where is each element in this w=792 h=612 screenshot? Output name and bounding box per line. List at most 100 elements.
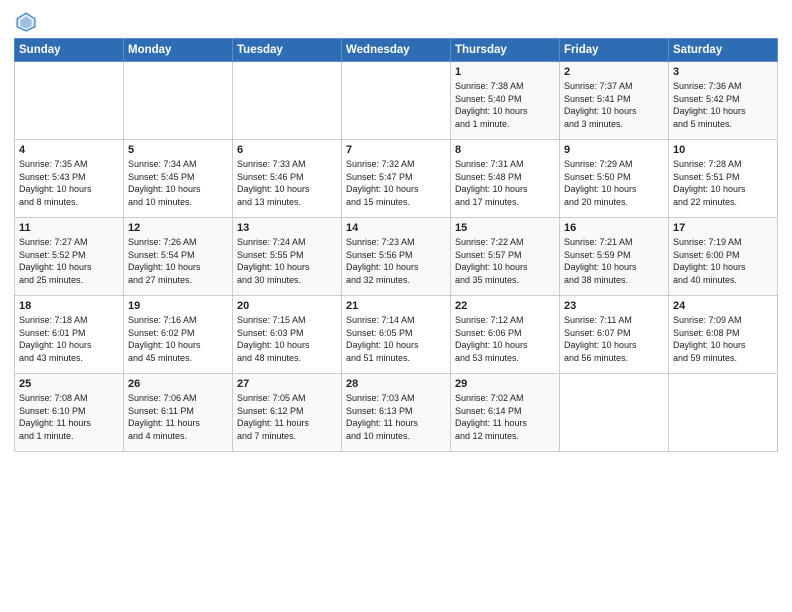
- logo: [14, 10, 42, 34]
- day-cell: [342, 62, 451, 140]
- day-cell: 1 Sunrise: 7:38 AM Sunset: 5:40 PM Daylig…: [451, 62, 560, 140]
- day-number: 22: [455, 300, 555, 312]
- day-info: Sunrise: 7:23 AM Sunset: 5:56 PM Dayligh…: [346, 236, 446, 286]
- day-cell: 15 Sunrise: 7:22 AM Sunset: 5:57 PM Dayli…: [451, 218, 560, 296]
- day-info: Sunrise: 7:03 AM Sunset: 6:13 PM Dayligh…: [346, 392, 446, 442]
- day-number: 3: [673, 66, 773, 78]
- day-info: Sunrise: 7:28 AM Sunset: 5:51 PM Dayligh…: [673, 158, 773, 208]
- day-info: Sunrise: 7:15 AM Sunset: 6:03 PM Dayligh…: [237, 314, 337, 364]
- day-number: 10: [673, 144, 773, 156]
- col-header-saturday: Saturday: [669, 39, 778, 62]
- day-cell: 16 Sunrise: 7:21 AM Sunset: 5:59 PM Dayli…: [560, 218, 669, 296]
- day-info: Sunrise: 7:36 AM Sunset: 5:42 PM Dayligh…: [673, 80, 773, 130]
- day-cell: 19 Sunrise: 7:16 AM Sunset: 6:02 PM Dayli…: [124, 296, 233, 374]
- day-number: 1: [455, 66, 555, 78]
- day-info: Sunrise: 7:32 AM Sunset: 5:47 PM Dayligh…: [346, 158, 446, 208]
- day-cell: 4 Sunrise: 7:35 AM Sunset: 5:43 PM Daylig…: [15, 140, 124, 218]
- day-info: Sunrise: 7:06 AM Sunset: 6:11 PM Dayligh…: [128, 392, 228, 442]
- day-cell: 8 Sunrise: 7:31 AM Sunset: 5:48 PM Daylig…: [451, 140, 560, 218]
- day-info: Sunrise: 7:11 AM Sunset: 6:07 PM Dayligh…: [564, 314, 664, 364]
- col-header-friday: Friday: [560, 39, 669, 62]
- day-number: 19: [128, 300, 228, 312]
- col-header-thursday: Thursday: [451, 39, 560, 62]
- day-number: 16: [564, 222, 664, 234]
- day-info: Sunrise: 7:22 AM Sunset: 5:57 PM Dayligh…: [455, 236, 555, 286]
- day-info: Sunrise: 7:24 AM Sunset: 5:55 PM Dayligh…: [237, 236, 337, 286]
- week-row-1: 1 Sunrise: 7:38 AM Sunset: 5:40 PM Daylig…: [15, 62, 778, 140]
- day-cell: [560, 374, 669, 452]
- day-number: 28: [346, 378, 446, 390]
- logo-icon: [14, 10, 38, 34]
- day-info: Sunrise: 7:33 AM Sunset: 5:46 PM Dayligh…: [237, 158, 337, 208]
- day-number: 25: [19, 378, 119, 390]
- col-header-sunday: Sunday: [15, 39, 124, 62]
- day-number: 15: [455, 222, 555, 234]
- day-info: Sunrise: 7:27 AM Sunset: 5:52 PM Dayligh…: [19, 236, 119, 286]
- day-cell: 14 Sunrise: 7:23 AM Sunset: 5:56 PM Dayli…: [342, 218, 451, 296]
- day-cell: [233, 62, 342, 140]
- day-cell: 23 Sunrise: 7:11 AM Sunset: 6:07 PM Dayli…: [560, 296, 669, 374]
- col-header-wednesday: Wednesday: [342, 39, 451, 62]
- day-number: 26: [128, 378, 228, 390]
- week-row-4: 18Sunrise: 7:18 AM Sunset: 6:01 PM Dayli…: [15, 296, 778, 374]
- calendar-table: SundayMondayTuesdayWednesdayThursdayFrid…: [14, 38, 778, 452]
- day-cell: 20Sunrise: 7:15 AM Sunset: 6:03 PM Dayli…: [233, 296, 342, 374]
- day-cell: 25Sunrise: 7:08 AM Sunset: 6:10 PM Dayli…: [15, 374, 124, 452]
- col-header-monday: Monday: [124, 39, 233, 62]
- day-cell: 2 Sunrise: 7:37 AM Sunset: 5:41 PM Daylig…: [560, 62, 669, 140]
- day-cell: 21 Sunrise: 7:14 AM Sunset: 6:05 PM Dayli…: [342, 296, 451, 374]
- week-row-2: 4 Sunrise: 7:35 AM Sunset: 5:43 PM Daylig…: [15, 140, 778, 218]
- day-number: 9: [564, 144, 664, 156]
- day-cell: 6Sunrise: 7:33 AM Sunset: 5:46 PM Daylig…: [233, 140, 342, 218]
- day-info: Sunrise: 7:21 AM Sunset: 5:59 PM Dayligh…: [564, 236, 664, 286]
- day-info: Sunrise: 7:14 AM Sunset: 6:05 PM Dayligh…: [346, 314, 446, 364]
- day-number: 8: [455, 144, 555, 156]
- day-info: Sunrise: 7:37 AM Sunset: 5:41 PM Dayligh…: [564, 80, 664, 130]
- day-cell: [15, 62, 124, 140]
- day-number: 4: [19, 144, 119, 156]
- day-info: Sunrise: 7:16 AM Sunset: 6:02 PM Dayligh…: [128, 314, 228, 364]
- day-number: 29: [455, 378, 555, 390]
- day-cell: [669, 374, 778, 452]
- day-number: 21: [346, 300, 446, 312]
- day-cell: 28 Sunrise: 7:03 AM Sunset: 6:13 PM Dayli…: [342, 374, 451, 452]
- day-number: 17: [673, 222, 773, 234]
- day-info: Sunrise: 7:34 AM Sunset: 5:45 PM Dayligh…: [128, 158, 228, 208]
- day-cell: 24 Sunrise: 7:09 AM Sunset: 6:08 PM Dayli…: [669, 296, 778, 374]
- day-number: 23: [564, 300, 664, 312]
- day-number: 27: [237, 378, 337, 390]
- day-info: Sunrise: 7:31 AM Sunset: 5:48 PM Dayligh…: [455, 158, 555, 208]
- day-cell: 5 Sunrise: 7:34 AM Sunset: 5:45 PM Daylig…: [124, 140, 233, 218]
- day-number: 14: [346, 222, 446, 234]
- day-info: Sunrise: 7:18 AM Sunset: 6:01 PM Dayligh…: [19, 314, 119, 364]
- day-number: 13: [237, 222, 337, 234]
- week-row-5: 25Sunrise: 7:08 AM Sunset: 6:10 PM Dayli…: [15, 374, 778, 452]
- day-info: Sunrise: 7:12 AM Sunset: 6:06 PM Dayligh…: [455, 314, 555, 364]
- day-number: 5: [128, 144, 228, 156]
- page-container: SundayMondayTuesdayWednesdayThursdayFrid…: [0, 0, 792, 458]
- col-header-tuesday: Tuesday: [233, 39, 342, 62]
- day-cell: 17 Sunrise: 7:19 AM Sunset: 6:00 PM Dayli…: [669, 218, 778, 296]
- day-info: Sunrise: 7:38 AM Sunset: 5:40 PM Dayligh…: [455, 80, 555, 130]
- day-number: 2: [564, 66, 664, 78]
- day-number: 24: [673, 300, 773, 312]
- day-cell: [124, 62, 233, 140]
- day-number: 7: [346, 144, 446, 156]
- day-info: Sunrise: 7:29 AM Sunset: 5:50 PM Dayligh…: [564, 158, 664, 208]
- day-info: Sunrise: 7:26 AM Sunset: 5:54 PM Dayligh…: [128, 236, 228, 286]
- day-cell: 29 Sunrise: 7:02 AM Sunset: 6:14 PM Dayli…: [451, 374, 560, 452]
- week-row-3: 11 Sunrise: 7:27 AM Sunset: 5:52 PM Dayli…: [15, 218, 778, 296]
- day-info: Sunrise: 7:09 AM Sunset: 6:08 PM Dayligh…: [673, 314, 773, 364]
- header-row: SundayMondayTuesdayWednesdayThursdayFrid…: [15, 39, 778, 62]
- day-cell: 27 Sunrise: 7:05 AM Sunset: 6:12 PM Dayli…: [233, 374, 342, 452]
- day-info: Sunrise: 7:19 AM Sunset: 6:00 PM Dayligh…: [673, 236, 773, 286]
- day-number: 12: [128, 222, 228, 234]
- day-cell: 12 Sunrise: 7:26 AM Sunset: 5:54 PM Dayli…: [124, 218, 233, 296]
- day-info: Sunrise: 7:35 AM Sunset: 5:43 PM Dayligh…: [19, 158, 119, 208]
- day-info: Sunrise: 7:02 AM Sunset: 6:14 PM Dayligh…: [455, 392, 555, 442]
- day-info: Sunrise: 7:05 AM Sunset: 6:12 PM Dayligh…: [237, 392, 337, 442]
- day-number: 11: [19, 222, 119, 234]
- day-cell: 9 Sunrise: 7:29 AM Sunset: 5:50 PM Daylig…: [560, 140, 669, 218]
- day-cell: 3 Sunrise: 7:36 AM Sunset: 5:42 PM Daylig…: [669, 62, 778, 140]
- day-cell: 13 Sunrise: 7:24 AM Sunset: 5:55 PM Dayli…: [233, 218, 342, 296]
